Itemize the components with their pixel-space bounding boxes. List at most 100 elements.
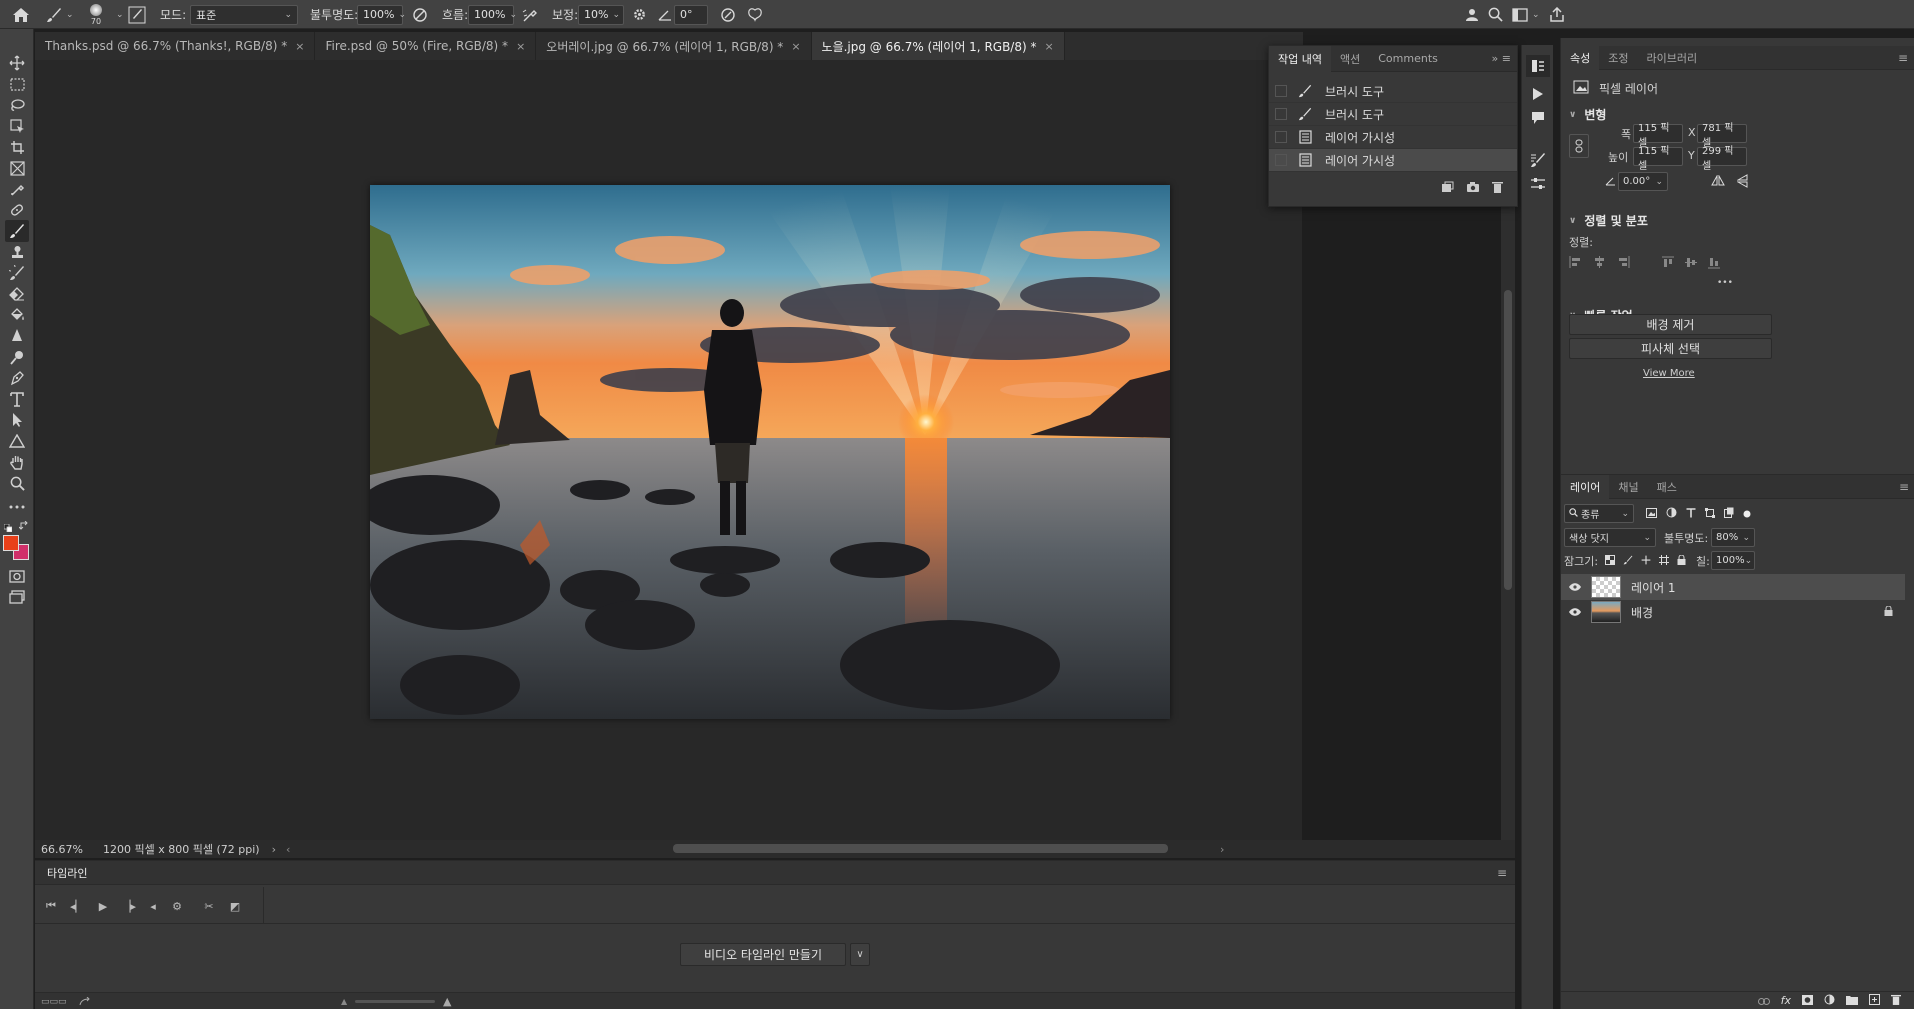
eraser-tool-icon[interactable] (5, 283, 29, 305)
eye-icon[interactable] (1569, 583, 1583, 591)
new-layer-icon[interactable] (1869, 993, 1880, 1008)
align-center-h-icon[interactable] (1593, 256, 1606, 272)
opacity-field[interactable]: 100% ⌄ (357, 0, 406, 29)
adjustments-sliders-icon[interactable] (1526, 173, 1550, 195)
lock-artboard-icon[interactable] (1659, 554, 1669, 568)
status-menu-arrow-icon[interactable]: › (272, 843, 276, 856)
tab-channels[interactable]: 채널 (1609, 475, 1647, 499)
link-dimensions-icon[interactable] (1569, 134, 1589, 158)
align-left-icon[interactable] (1569, 256, 1582, 272)
panel-menu-icon[interactable]: ≡ (1898, 51, 1908, 65)
tab-thanks[interactable]: Thanks.psd @ 66.7% (Thanks!, RGB/8) * × (35, 32, 316, 60)
rotation-field[interactable]: 0.00° ⌄ (1618, 172, 1668, 191)
pressure-opacity-icon[interactable] (412, 0, 428, 29)
align-section-header[interactable]: ∨ 정렬 및 분포 (1561, 212, 1648, 229)
share-icon[interactable] (1550, 0, 1564, 29)
align-middle-v-icon[interactable] (1685, 256, 1697, 272)
lock-all-icon[interactable] (1677, 554, 1686, 568)
align-top-icon[interactable] (1662, 256, 1674, 272)
zoom-out-icon[interactable]: ▲ (341, 997, 347, 1006)
lock-position-icon[interactable] (1641, 554, 1651, 568)
blend-mode-select[interactable]: 색상 닷지 ⌄ (1564, 528, 1656, 547)
comments-icon[interactable] (1526, 107, 1550, 129)
tab-layers[interactable]: 레이어 (1561, 474, 1610, 499)
go-to-first-frame-icon[interactable]: ⏮ (41, 896, 61, 916)
layer-row[interactable]: 레이어 1 (1561, 574, 1905, 600)
history-panel-icon[interactable] (1526, 55, 1550, 77)
trash-icon[interactable] (1492, 181, 1503, 196)
flow-field[interactable]: 100% ⌄ (468, 0, 517, 29)
brush-preset-icon[interactable]: ⌄ (46, 0, 74, 29)
align-right-icon[interactable] (1617, 256, 1630, 272)
smoothing-gear-icon[interactable] (632, 0, 647, 29)
scroll-right-icon[interactable]: › (1220, 843, 1224, 856)
move-tool-icon[interactable] (5, 52, 29, 74)
zoom-level[interactable]: 66.67% (41, 843, 91, 856)
link-layers-icon[interactable] (1757, 994, 1770, 1008)
tab-paths[interactable]: 패스 (1648, 475, 1686, 499)
collapse-panel-icon[interactable]: » ≡ (1492, 52, 1511, 65)
path-selection-tool-icon[interactable] (5, 409, 29, 431)
snapshot-source-checkbox[interactable] (1275, 131, 1287, 143)
angle-field[interactable]: 0° (674, 0, 708, 29)
shape-tool-icon[interactable] (5, 430, 29, 452)
height-field[interactable]: 115 픽셀 (1633, 146, 1683, 172)
zoom-tool-icon[interactable] (5, 472, 29, 494)
timeline-zoom-slider[interactable] (355, 1000, 435, 1003)
layer-filter-select[interactable]: 종류 ⌄ (1564, 504, 1634, 523)
brush-size-picker[interactable]: 70 (90, 0, 102, 29)
zoom-in-icon[interactable]: ▲ (443, 995, 451, 1008)
delete-layer-trash-icon[interactable] (1891, 994, 1901, 1008)
close-icon[interactable]: × (516, 40, 525, 53)
camera-icon[interactable] (1466, 181, 1480, 196)
eye-icon[interactable] (1569, 608, 1583, 616)
create-video-timeline-button[interactable]: 비디오 타임라인 만들기 (680, 943, 846, 966)
scroll-left-icon[interactable]: ‹ (286, 843, 290, 856)
play-icon[interactable]: ▶ (93, 896, 113, 916)
panel-menu-icon[interactable]: ≡ (1899, 480, 1909, 494)
pen-tool-icon[interactable] (5, 367, 29, 389)
convert-arrow-icon[interactable] (79, 995, 91, 1009)
type-tool-icon[interactable] (5, 388, 29, 410)
filter-toggle-icon[interactable] (1743, 507, 1751, 521)
airbrush-icon[interactable] (522, 0, 538, 29)
dodge-tool-icon[interactable] (5, 346, 29, 368)
swap-colors-icon[interactable] (18, 520, 29, 530)
audio-icon[interactable]: ◂ (143, 896, 163, 916)
symmetry-icon[interactable] (747, 0, 763, 29)
layer-row[interactable]: 배경 (1561, 599, 1905, 625)
previous-frame-icon[interactable]: ◂▏ (67, 896, 87, 916)
quick-mask-icon[interactable] (5, 565, 29, 587)
lock-transparent-icon[interactable] (1605, 554, 1615, 568)
clone-stamp-tool-icon[interactable] (5, 241, 29, 263)
search-icon[interactable] (1488, 0, 1503, 29)
adjustment-layer-icon[interactable] (1824, 994, 1835, 1008)
default-colors-icon[interactable] (3, 521, 13, 533)
width-field[interactable]: 115 픽셀 (1633, 123, 1683, 149)
new-document-from-state-icon[interactable] (1441, 181, 1454, 196)
more-tools-icon[interactable] (5, 496, 29, 518)
filter-adjustment-icon[interactable] (1666, 507, 1677, 521)
eyedropper-tool-icon[interactable] (5, 178, 29, 200)
split-scissors-icon[interactable]: ✂ (199, 896, 219, 916)
play-actions-icon[interactable] (1526, 83, 1550, 105)
mode-select[interactable]: 표준 ⌄ (190, 0, 298, 29)
filter-type-icon[interactable] (1686, 507, 1696, 521)
next-frame-icon[interactable]: ▕▸ (119, 896, 139, 916)
new-group-icon[interactable] (1846, 994, 1858, 1008)
workspace-icon[interactable]: ⌄ (1512, 0, 1540, 29)
brush-settings-icon[interactable] (128, 0, 146, 29)
history-item[interactable]: 브러시 도구 (1269, 103, 1517, 126)
tab-overlay[interactable]: 오버레이.jpg @ 66.7% (레이어 1, RGB/8) * × (536, 32, 812, 60)
filter-shape-icon[interactable] (1705, 507, 1715, 521)
sunset-photo[interactable] (370, 185, 1170, 719)
flip-horizontal-icon[interactable] (1711, 174, 1725, 189)
smoothing-field[interactable]: 10% ⌄ (578, 0, 624, 29)
settings-gear-icon[interactable]: ⚙ (167, 896, 187, 916)
chevron-down-icon[interactable]: ⌄ (112, 0, 124, 29)
close-icon[interactable]: × (295, 40, 304, 53)
fill-field[interactable]: 100% ⌄ (1711, 551, 1755, 570)
lock-icon[interactable] (1884, 605, 1893, 619)
brush-tool-icon[interactable] (5, 220, 29, 242)
lock-pixels-icon[interactable] (1623, 554, 1633, 568)
